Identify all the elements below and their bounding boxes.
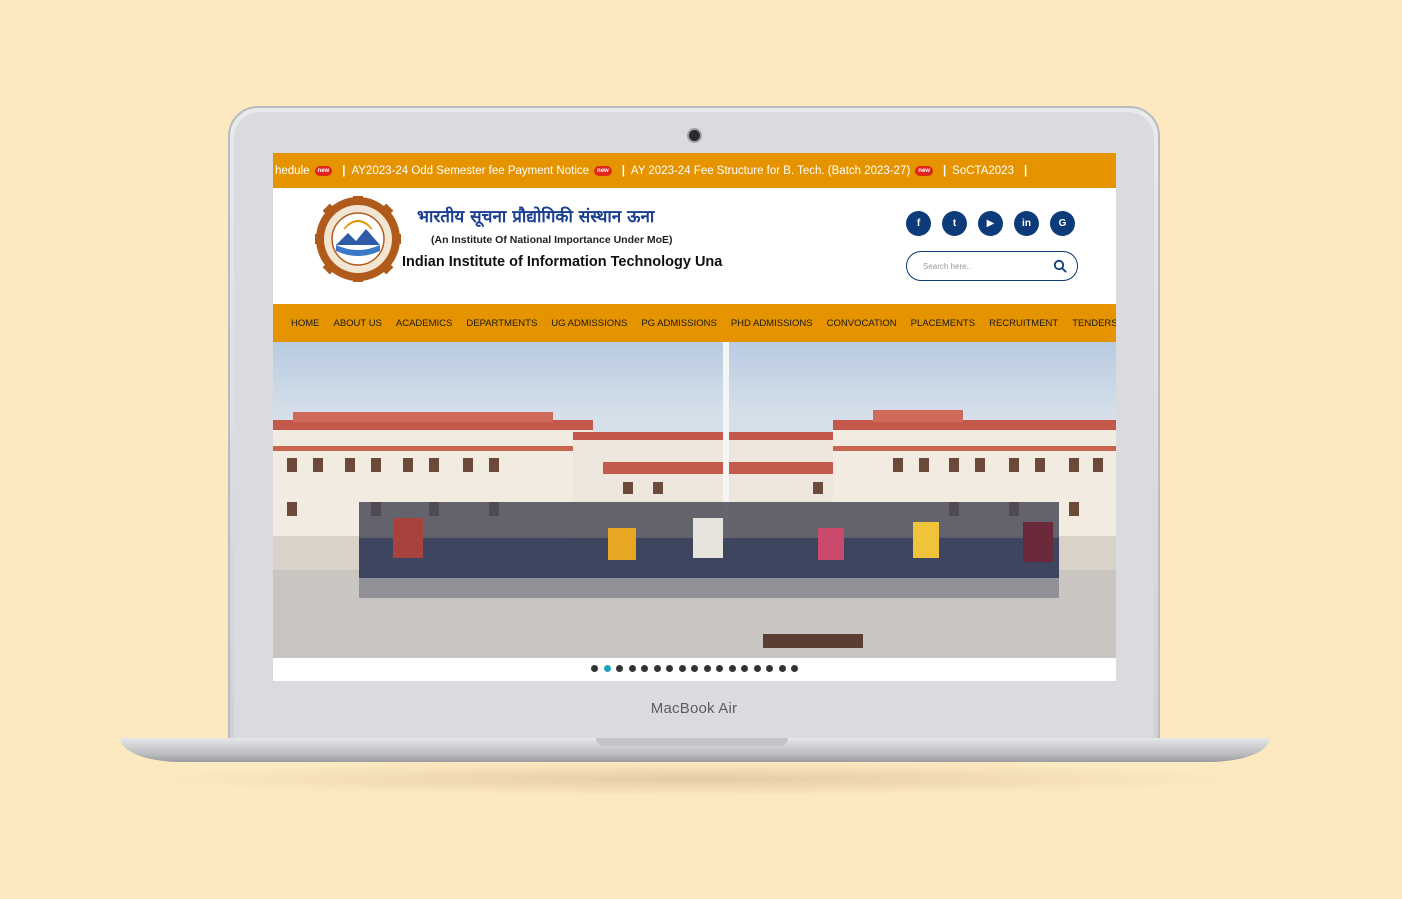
browser-screen: hedule new | AY2023-24 Odd Semester fee Pay… [273, 153, 1116, 681]
slider-dot[interactable] [691, 665, 698, 672]
nav-item-phd-admissions[interactable]: PHD ADMISSIONS [731, 318, 813, 329]
google-icon[interactable]: G [1050, 211, 1075, 236]
slider-dot[interactable] [716, 665, 723, 672]
hero-slider-image[interactable] [273, 342, 1116, 658]
ticker-separator: | [342, 164, 346, 177]
slider-dot[interactable] [703, 665, 711, 672]
nav-item-convocation[interactable]: CONVOCATION [827, 318, 897, 329]
ticker-item-text[interactable]: hedule [275, 165, 310, 177]
institute-title-hindi: भारतीय सूचना प्रौद्योगिकी संस्थान ऊना [417, 207, 655, 227]
ticker-item-text[interactable]: AY2023-24 Odd Semester fee Payment Notic… [351, 165, 589, 177]
nav-item-recruitment[interactable]: RECRUITMENT [989, 318, 1058, 329]
slider-dot[interactable] [591, 665, 598, 672]
twitter-icon[interactable]: t [942, 211, 967, 236]
nav-item-ug-admissions[interactable]: UG ADMISSIONS [551, 318, 627, 329]
ticker-item[interactable]: hedule new [275, 165, 333, 177]
main-nav: HOME ABOUT US ACADEMICS DEPARTMENTS UG ADMIS… [273, 304, 1116, 342]
slider-dot[interactable] [653, 665, 661, 672]
ticker-separator: | [1023, 164, 1028, 177]
search-icon[interactable] [1053, 259, 1067, 273]
campus-group-photo [273, 342, 1116, 658]
camera-icon [689, 130, 700, 141]
ticker-item-text[interactable]: SoCTA2023 [952, 165, 1014, 177]
linkedin-icon[interactable]: in [1014, 211, 1039, 236]
ticker-item[interactable]: AY 2023-24 Fee Structure for B. Tech. (B… [631, 165, 933, 177]
new-badge-icon: new [314, 165, 333, 176]
new-badge-icon: new [594, 165, 612, 176]
slider-dot[interactable] [778, 665, 786, 672]
ticker-item[interactable]: AY2023-24 Odd Semester fee Payment Notic… [351, 165, 612, 177]
slider-pagination [273, 665, 1116, 672]
slider-dot[interactable] [603, 665, 611, 672]
device-brand-label: MacBook Air [650, 700, 738, 717]
new-badge-icon: new [915, 165, 933, 176]
slider-dot[interactable] [641, 665, 648, 672]
site-header: भारतीय सूचना प्रौद्योगिकी संस्थान ऊना (A… [273, 188, 1116, 304]
nav-item-home[interactable]: HOME [291, 318, 320, 329]
facebook-icon[interactable]: f [906, 211, 931, 236]
slider-dot[interactable] [666, 665, 673, 672]
slider-dot[interactable] [753, 665, 761, 672]
institute-logo-icon[interactable] [315, 196, 401, 282]
slider-dot[interactable] [741, 665, 748, 672]
slider-dot[interactable] [766, 665, 773, 672]
news-ticker[interactable]: hedule new | AY2023-24 Odd Semester fee Pay… [273, 153, 1116, 188]
laptop-notch [596, 738, 788, 746]
search-input[interactable] [921, 260, 1045, 272]
nav-item-placements[interactable]: PLACEMENTS [911, 318, 975, 329]
laptop-shadow [140, 762, 1250, 796]
ticker-item-text[interactable]: AY 2023-24 Fee Structure for B. Tech. (B… [631, 165, 910, 177]
nav-item-pg-admissions[interactable]: PG ADMISSIONS [641, 318, 717, 329]
social-links: f t ▶ in G [906, 211, 1075, 236]
ticker-separator: | [942, 164, 947, 177]
slider-dot[interactable] [616, 665, 623, 672]
slider-dot[interactable] [791, 665, 798, 672]
institute-title-english: Indian Institute of Information Technolo… [402, 254, 723, 270]
nav-item-tenders[interactable]: TENDERS [1072, 318, 1116, 329]
nav-item-departments[interactable]: DEPARTMENTS [466, 318, 537, 329]
slider-dot[interactable] [628, 665, 636, 672]
slider-dot[interactable] [678, 665, 686, 672]
ticker-item[interactable]: SoCTA2023 [952, 165, 1014, 177]
nav-item-about-us[interactable]: ABOUT US [334, 318, 382, 329]
youtube-icon[interactable]: ▶ [978, 211, 1003, 236]
slider-dot[interactable] [728, 665, 736, 672]
search-box [906, 251, 1078, 281]
nav-item-academics[interactable]: ACADEMICS [396, 318, 452, 329]
institute-subtitle: (An Institute Of National Importance Und… [431, 234, 673, 246]
ticker-separator: | [621, 164, 625, 177]
